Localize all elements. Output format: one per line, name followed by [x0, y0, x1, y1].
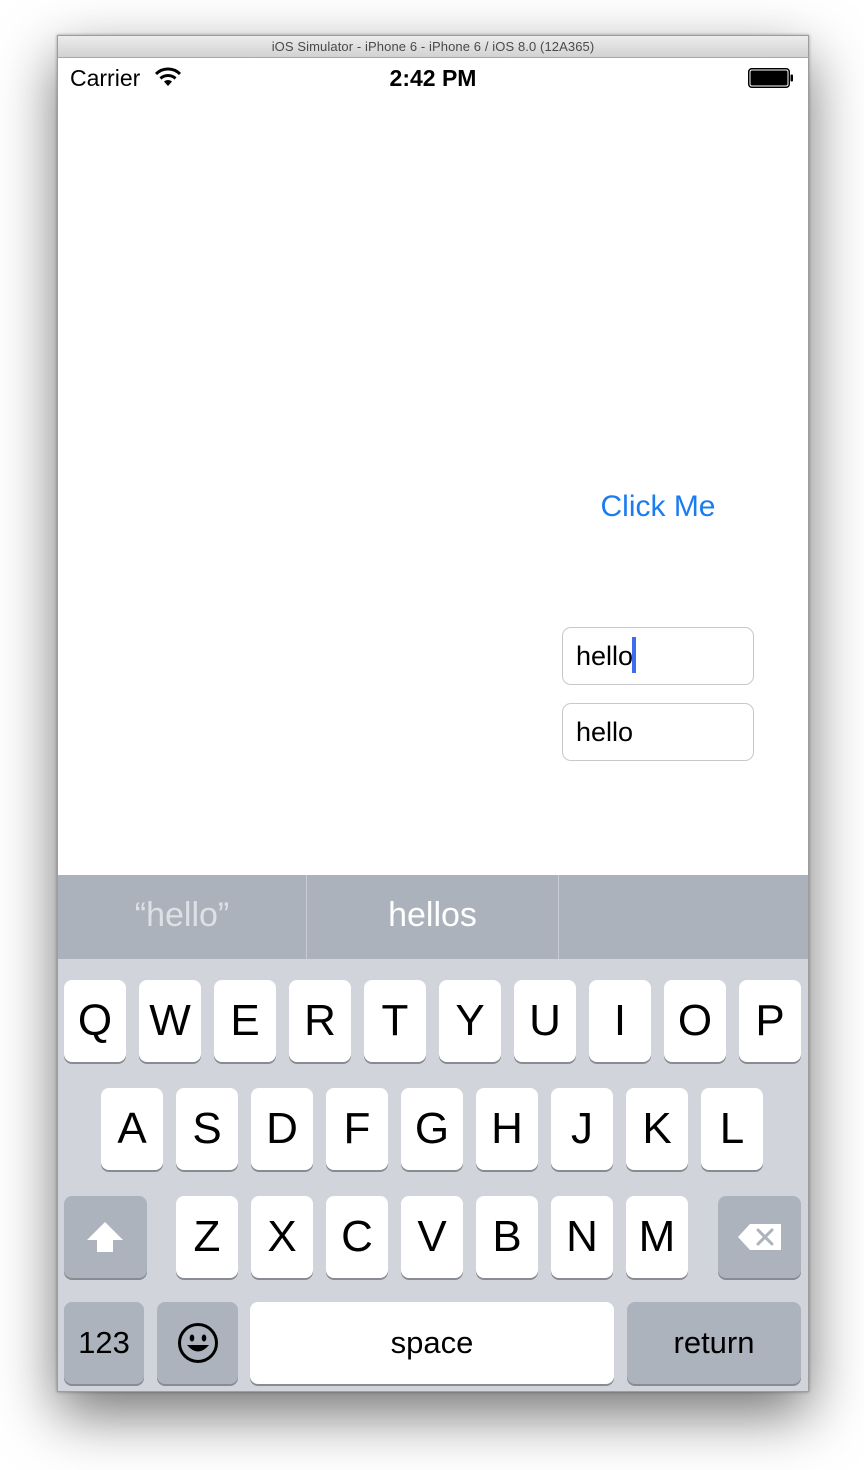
key-m[interactable]: M [626, 1196, 688, 1278]
delete-icon [738, 1224, 781, 1250]
key-k[interactable]: K [626, 1088, 688, 1170]
key-w[interactable]: W [139, 980, 201, 1062]
click-me-button[interactable]: Click Me [578, 482, 738, 532]
delete-key[interactable] [718, 1196, 801, 1278]
status-bar: Carrier 2:42 PM [58, 57, 808, 97]
text-caret [632, 636, 637, 673]
key-p[interactable]: P [739, 980, 801, 1062]
space-key[interactable]: space [250, 1302, 614, 1384]
key-r[interactable]: R [289, 980, 351, 1062]
suggestion-3[interactable] [559, 875, 808, 959]
key-x[interactable]: X [251, 1196, 313, 1278]
suggestion-2[interactable]: hellos [307, 875, 558, 959]
shift-key[interactable] [64, 1196, 147, 1278]
battery-icon [748, 68, 793, 88]
status-time: 2:42 PM [389, 65, 477, 91]
numbers-key[interactable]: 123 [64, 1302, 144, 1384]
key-z[interactable]: Z [176, 1196, 238, 1278]
text-field-value: hello [576, 641, 634, 671]
key-o[interactable]: O [664, 980, 726, 1062]
text-field-active[interactable]: hello [562, 627, 754, 685]
suggestion-1[interactable]: “hello” [58, 875, 306, 959]
key-n[interactable]: N [551, 1196, 613, 1278]
key-c[interactable]: C [326, 1196, 388, 1278]
key-i[interactable]: I [589, 980, 651, 1062]
key-u[interactable]: U [514, 980, 576, 1062]
key-j[interactable]: J [551, 1088, 613, 1170]
window-title: iOS Simulator - iPhone 6 - iPhone 6 / iO… [58, 36, 808, 58]
key-h[interactable]: H [476, 1088, 538, 1170]
key-y[interactable]: Y [439, 980, 501, 1062]
key-f[interactable]: F [326, 1088, 388, 1170]
shift-icon [87, 1222, 123, 1252]
key-d[interactable]: D [251, 1088, 313, 1170]
text-field-secondary[interactable]: hello [562, 703, 754, 761]
key-v[interactable]: V [401, 1196, 463, 1278]
key-a[interactable]: A [101, 1088, 163, 1170]
text-field-value: hello [576, 717, 634, 747]
key-s[interactable]: S [176, 1088, 238, 1170]
emoji-icon [178, 1323, 218, 1363]
return-key[interactable]: return [627, 1302, 801, 1384]
key-e[interactable]: E [214, 980, 276, 1062]
key-b[interactable]: B [476, 1196, 538, 1278]
keyboard: Q W E R T Y U I O P A S D F G H J K L Z … [58, 959, 808, 1391]
predictive-bar: “hello” hellos [58, 875, 808, 959]
key-q[interactable]: Q [64, 980, 126, 1062]
emoji-key[interactable] [157, 1302, 238, 1384]
key-t[interactable]: T [364, 980, 426, 1062]
key-l[interactable]: L [701, 1088, 763, 1170]
simulator-window: iOS Simulator - iPhone 6 - iPhone 6 / iO… [57, 35, 809, 1392]
key-g[interactable]: G [401, 1088, 463, 1170]
